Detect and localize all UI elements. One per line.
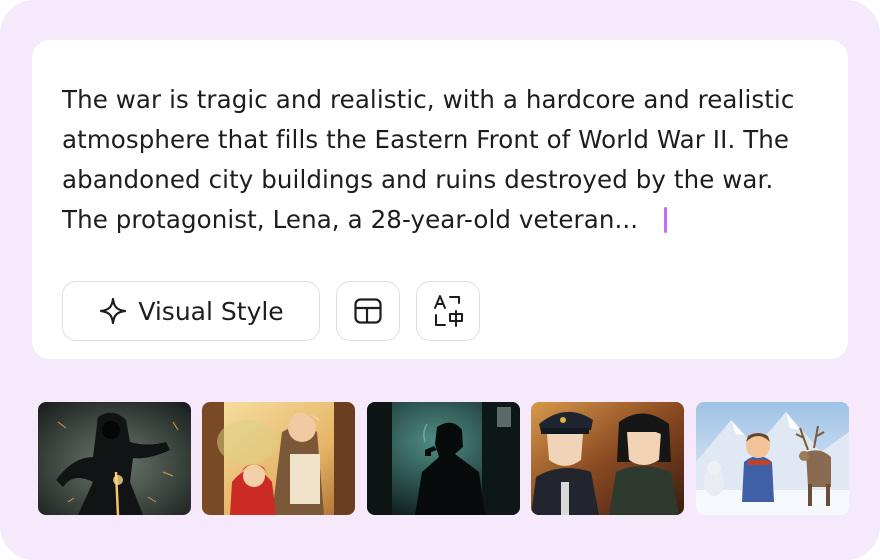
layout-button[interactable] <box>336 281 400 341</box>
thumbnail-snow-reindeer[interactable] <box>696 402 849 515</box>
prompt-line: abandoned city buildings and ruins destr… <box>62 165 774 194</box>
text-caret <box>664 207 668 233</box>
visual-style-button[interactable]: Visual Style <box>62 281 320 341</box>
thumbnail-silhouette-pipe[interactable] <box>367 402 520 515</box>
prompt-text[interactable]: The war is tragic and realistic, with a … <box>62 80 832 240</box>
prompt-line: The war is tragic and realistic, with a … <box>62 85 795 114</box>
prompt-line: atmosphere that fills the Eastern Front … <box>62 125 790 154</box>
translate-button[interactable] <box>416 281 480 341</box>
prompt-panel: The war is tragic and realistic, with a … <box>0 0 880 560</box>
translate-icon <box>431 294 465 328</box>
visual-style-label: Visual Style <box>138 296 284 326</box>
prompt-line-text: The protagonist, Lena, a 28-year-old vet… <box>62 205 639 234</box>
sparkle-icon <box>98 296 128 326</box>
prompt-line-last: The protagonist, Lena, a 28-year-old vet… <box>62 200 832 240</box>
prompt-card: The war is tragic and realistic, with a … <box>32 40 848 359</box>
thumbnail-dark-warrior[interactable] <box>38 402 191 515</box>
thumbnail-officer-duo[interactable] <box>531 402 684 515</box>
layout-icon <box>352 295 384 327</box>
thumbnail-girl-red-hood[interactable] <box>202 402 355 515</box>
